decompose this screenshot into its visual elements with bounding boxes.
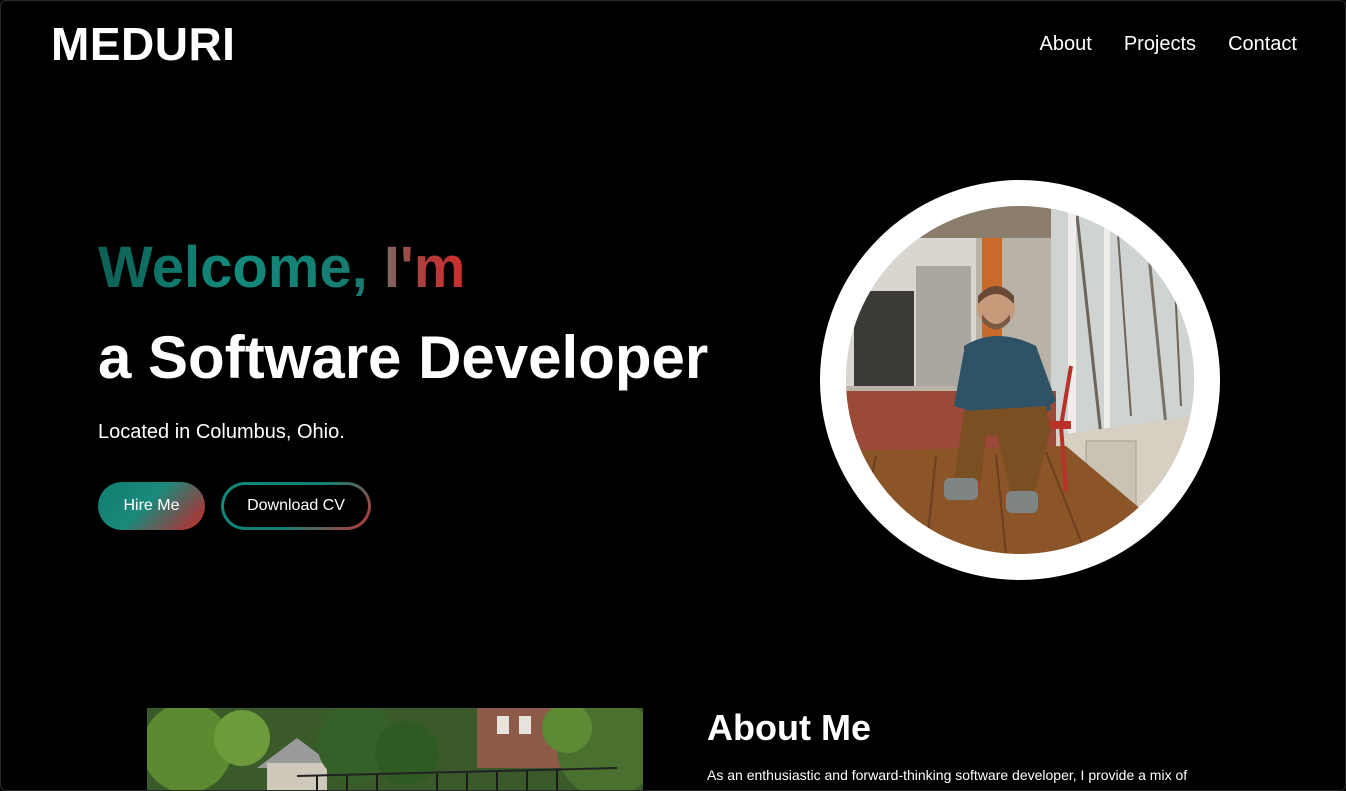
download-cv-label: Download CV [224,485,368,527]
browser-window: MEDURI About Projects Contact Welcome, I… [0,0,1346,791]
download-cv-button[interactable]: Download CV [221,482,371,530]
site-logo[interactable]: MEDURI [51,17,235,71]
hero-greeting: Welcome, I'm [98,233,465,303]
nav-link-about[interactable]: About [1040,31,1092,57]
profile-photo [846,206,1194,554]
profile-photo-frame [820,180,1220,580]
main-nav: About Projects Contact [1040,31,1297,57]
nav-link-contact[interactable]: Contact [1228,31,1297,57]
hero-role-heading: a Software Developer [98,324,709,391]
about-heading: About Me [707,707,871,748]
hire-me-button[interactable]: Hire Me [98,482,205,530]
hero-location: Located in Columbus, Ohio. [98,421,345,443]
site-header: MEDURI About Projects Contact [1,1,1345,87]
welcome-text: Welcome, [98,235,368,300]
im-text: I'm [383,235,466,300]
about-photo [147,708,643,790]
about-paragraph: As an enthusiastic and forward-thinking … [707,767,1188,790]
nav-link-projects[interactable]: Projects [1124,31,1196,57]
